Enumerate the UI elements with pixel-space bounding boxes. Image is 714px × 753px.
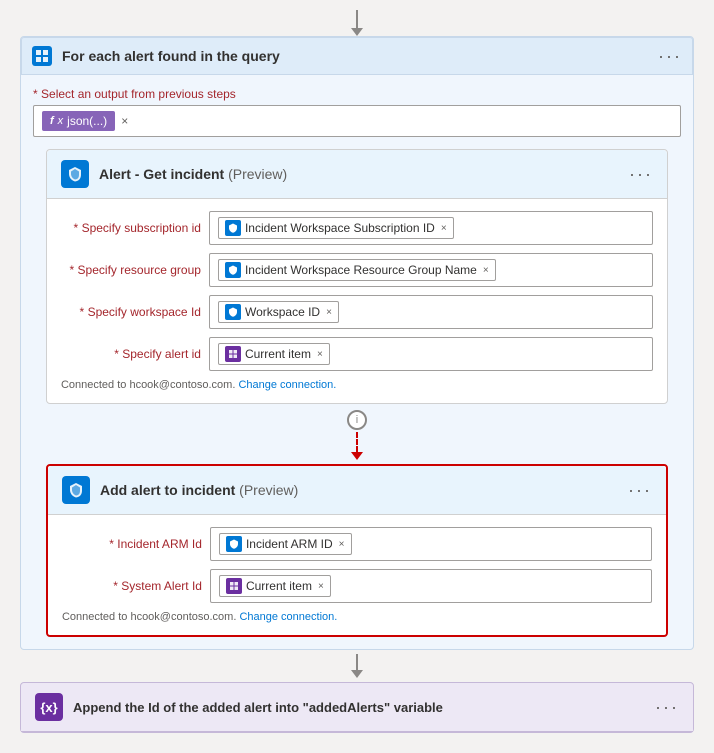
add-alert-more[interactable]: ···	[628, 481, 652, 499]
arm-tag: Incident ARM ID ×	[219, 533, 352, 555]
form-row-resource: Specify resource group Incident Workspac…	[61, 253, 653, 287]
system-alert-field[interactable]: Current item ×	[210, 569, 652, 603]
form-row-subscription: Specify subscription id Incident Workspa…	[61, 211, 653, 245]
inner-cards-wrapper: Alert - Get incident (Preview) ··· Speci…	[33, 149, 681, 637]
get-incident-icon	[61, 160, 89, 188]
subscription-tag-close[interactable]: ×	[441, 223, 447, 234]
arm-tag-close[interactable]: ×	[339, 539, 345, 550]
info-label: i	[356, 414, 358, 426]
select-output-field[interactable]: fx json(...) ×	[33, 105, 681, 137]
json-tag-close[interactable]: ×	[121, 114, 128, 128]
add-alert-title: Add alert to incident (Preview)	[100, 482, 298, 498]
workspace-tag-close[interactable]: ×	[326, 307, 332, 318]
get-incident-header-left: Alert - Get incident (Preview)	[61, 160, 287, 188]
bottom-arrow	[351, 670, 363, 678]
middle-connector: i	[347, 408, 367, 460]
get-incident-body: Specify subscription id Incident Workspa…	[47, 199, 667, 403]
json-tag-label: json(...)	[67, 114, 107, 128]
alert-tag-text: Current item	[245, 347, 311, 361]
resource-tag: Incident Workspace Resource Group Name ×	[218, 259, 496, 281]
resource-tag-text: Incident Workspace Resource Group Name	[245, 263, 477, 277]
bottom-card-header-left: {x} Append the Id of the added alert int…	[35, 693, 443, 721]
arm-tag-shield-icon	[226, 536, 242, 552]
subscription-tag-shield-icon	[225, 220, 241, 236]
workspace-tag-shield-icon	[225, 304, 241, 320]
add-alert-connection: Connected to hcook@contoso.com. Change c…	[62, 611, 652, 623]
curly-brace-icon: {x}	[40, 700, 57, 715]
resource-field[interactable]: Incident Workspace Resource Group Name ×	[209, 253, 653, 287]
get-incident-card: Alert - Get incident (Preview) ··· Speci…	[46, 149, 668, 404]
workspace-tag: Workspace ID ×	[218, 301, 339, 323]
json-tag-text: x	[58, 115, 64, 127]
alert-tag-close[interactable]: ×	[317, 349, 323, 360]
json-tag: fx json(...)	[42, 111, 115, 131]
foreach-header-left: For each alert found in the query	[32, 46, 280, 66]
add-alert-icon	[62, 476, 90, 504]
top-connector	[351, 10, 363, 36]
subscription-field[interactable]: Incident Workspace Subscription ID ×	[209, 211, 653, 245]
resource-tag-close[interactable]: ×	[483, 265, 489, 276]
bottom-card-icon: {x}	[35, 693, 63, 721]
add-alert-header-left: Add alert to incident (Preview)	[62, 476, 298, 504]
alert-field[interactable]: Current item ×	[209, 337, 653, 371]
get-incident-connection: Connected to hcook@contoso.com. Change c…	[61, 379, 653, 391]
get-incident-title: Alert - Get incident (Preview)	[99, 166, 287, 182]
bottom-card-header: {x} Append the Id of the added alert int…	[21, 683, 693, 732]
bottom-card: {x} Append the Id of the added alert int…	[20, 682, 694, 733]
system-alert-tag-item-icon	[226, 578, 242, 594]
foreach-more-button[interactable]: ···	[658, 47, 682, 65]
arm-tag-text: Incident ARM ID	[246, 537, 333, 551]
system-alert-tag-close[interactable]: ×	[318, 581, 324, 592]
add-alert-card: Add alert to incident (Preview) ··· Inci…	[46, 464, 668, 637]
alert-label: Specify alert id	[61, 347, 201, 361]
subscription-tag-text: Incident Workspace Subscription ID	[245, 221, 435, 235]
get-incident-change-connection[interactable]: Change connection.	[238, 379, 336, 391]
foreach-title: For each alert found in the query	[62, 48, 280, 64]
form-row-system-alert: System Alert Id Curren	[62, 569, 652, 603]
form-row-workspace: Specify workspace Id Workspace ID ×	[61, 295, 653, 329]
arm-label: Incident ARM Id	[62, 537, 202, 551]
workspace-field[interactable]: Workspace ID ×	[209, 295, 653, 329]
subscription-tag: Incident Workspace Subscription ID ×	[218, 217, 454, 239]
subscription-label: Specify subscription id	[61, 221, 201, 235]
get-incident-more[interactable]: ···	[629, 165, 653, 183]
foreach-container: For each alert found in the query ··· Se…	[20, 36, 694, 650]
resource-tag-shield-icon	[225, 262, 241, 278]
red-arrow	[351, 452, 363, 460]
get-incident-connection-text: Connected to hcook@contoso.com.	[61, 379, 235, 391]
workspace-label: Specify workspace Id	[61, 305, 201, 319]
get-incident-header: Alert - Get incident (Preview) ···	[47, 150, 667, 199]
bottom-connector	[351, 654, 363, 678]
bottom-solid-line	[356, 654, 358, 670]
system-alert-tag: Current item ×	[219, 575, 331, 597]
add-alert-change-connection[interactable]: Change connection.	[239, 611, 337, 623]
form-row-alert: Specify alert id Curre	[61, 337, 653, 371]
resource-label: Specify resource group	[61, 263, 201, 277]
add-alert-header: Add alert to incident (Preview) ···	[48, 466, 666, 515]
fx-icon: f	[50, 115, 54, 127]
system-alert-tag-text: Current item	[246, 579, 312, 593]
add-alert-connection-text: Connected to hcook@contoso.com.	[62, 611, 236, 623]
arm-field[interactable]: Incident ARM ID ×	[210, 527, 652, 561]
alert-tag-item-icon	[225, 346, 241, 362]
add-alert-body: Incident ARM Id Incident ARM ID ×	[48, 515, 666, 635]
bottom-card-more[interactable]: ···	[655, 698, 679, 716]
alert-tag: Current item ×	[218, 343, 330, 365]
foreach-icon	[32, 46, 52, 66]
info-circle: i	[347, 410, 367, 430]
select-output-label: Select an output from previous steps	[33, 87, 681, 101]
dashed-line	[356, 432, 358, 452]
select-output-section: Select an output from previous steps fx …	[33, 87, 681, 137]
workspace-tag-text: Workspace ID	[245, 305, 320, 319]
add-alert-preview: (Preview)	[235, 482, 298, 498]
form-row-arm: Incident ARM Id Incident ARM ID ×	[62, 527, 652, 561]
system-alert-label: System Alert Id	[62, 579, 202, 593]
get-incident-preview: (Preview)	[224, 166, 287, 182]
bottom-card-title: Append the Id of the added alert into "a…	[73, 700, 443, 715]
